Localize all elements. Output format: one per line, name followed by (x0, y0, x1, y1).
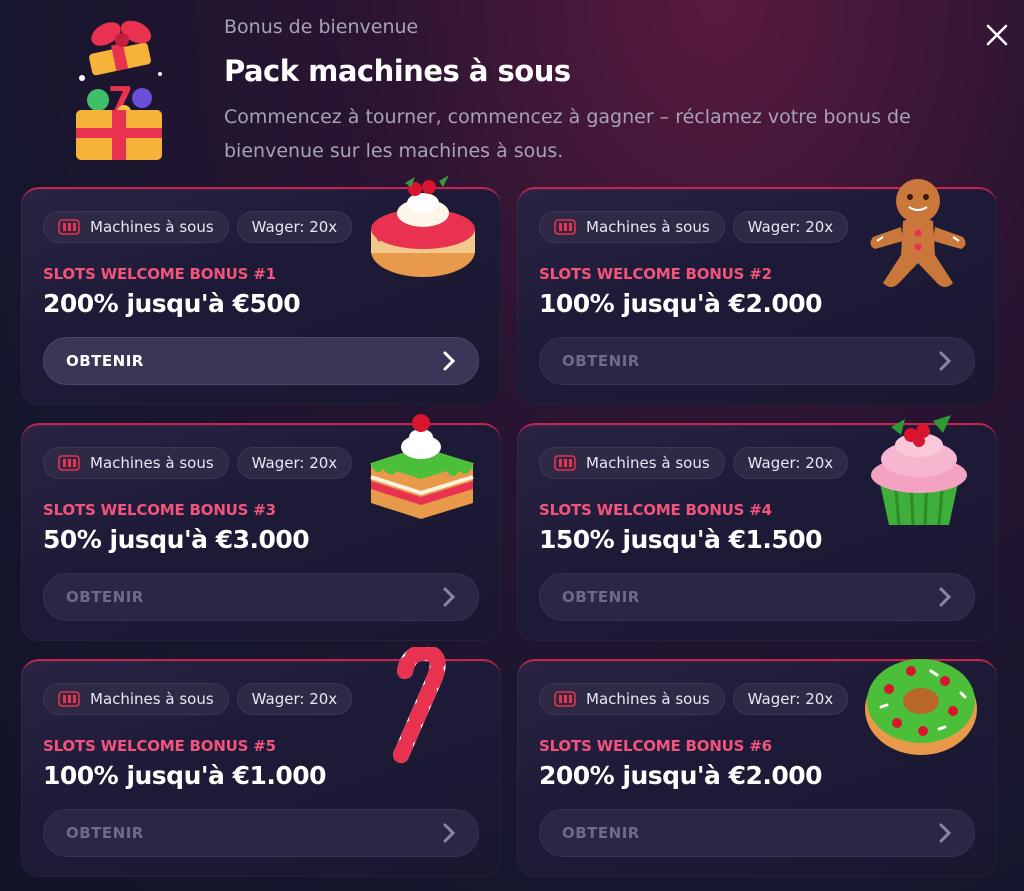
page-title: Pack machines à sous (224, 54, 571, 88)
cake-slice-icon (370, 414, 474, 519)
card-tags: Machines à sous Wager: 20x (43, 211, 353, 243)
bonus-card-2: Machines à sous Wager: 20x SLOTS WELCOME… (517, 179, 997, 405)
slot-machine-icon (58, 219, 80, 235)
bonus-card-4: Machines à sous Wager: 20x SLOTS WELCOME… (517, 415, 997, 641)
welcome-header: 7 Bonus de bienvenue Pack machines à sou… (0, 0, 1024, 180)
tag-wager: Wager: 20x (732, 683, 849, 715)
bonus-card-5: Machines à sous Wager: 20x SLOTS WELCOME… (21, 647, 501, 877)
tag-wager-label: Wager: 20x (747, 690, 834, 708)
tag-category: Machines à sous (43, 447, 229, 479)
card-tags: Machines à sous Wager: 20x (539, 211, 849, 243)
card-tags: Machines à sous Wager: 20x (539, 683, 849, 715)
bonus-label: SLOTS WELCOME BONUS #5 (43, 737, 276, 755)
close-icon[interactable] (980, 18, 1014, 52)
tag-wager: Wager: 20x (236, 211, 353, 243)
tag-category: Machines à sous (539, 447, 725, 479)
obtain-button-label: OBTENIR (66, 824, 144, 842)
bonus-amount: 200% jusqu'à €500 (43, 289, 301, 318)
obtain-button-label: OBTENIR (562, 352, 640, 370)
slot-machine-icon (58, 691, 80, 707)
donut-icon (865, 659, 977, 755)
bonus-label: SLOTS WELCOME BONUS #4 (539, 501, 772, 519)
bonus-card-1: Machines à sous Wager: 20x SLOTS WELCOME… (21, 175, 501, 405)
bonus-card-3: Machines à sous Wager: 20x SLOTS WELCOME… (21, 414, 501, 641)
slot-gift-box-icon: 7 (76, 20, 162, 160)
slot-machine-icon (554, 219, 576, 235)
tag-wager: Wager: 20x (236, 683, 353, 715)
tag-wager-label: Wager: 20x (747, 218, 834, 236)
bonus-label: SLOTS WELCOME BONUS #6 (539, 737, 772, 755)
chevron-right-icon (939, 587, 952, 607)
obtain-button[interactable]: OBTENIR (43, 337, 479, 385)
chevron-right-icon (443, 823, 456, 843)
tag-category-label: Machines à sous (586, 454, 710, 472)
bonus-amount: 100% jusqu'à €2.000 (539, 289, 823, 318)
tag-category-label: Machines à sous (90, 454, 214, 472)
chevron-right-icon (443, 351, 456, 371)
header-description: Commencez à tourner, commencez à gagner … (224, 106, 911, 162)
tag-wager: Wager: 20x (732, 211, 849, 243)
card-tags: Machines à sous Wager: 20x (539, 447, 849, 479)
cake-icon (371, 175, 475, 277)
tag-category-label: Machines à sous (586, 218, 710, 236)
bonus-label: SLOTS WELCOME BONUS #3 (43, 501, 276, 519)
obtain-button[interactable]: OBTENIR (539, 573, 975, 621)
tag-wager: Wager: 20x (236, 447, 353, 479)
obtain-button[interactable]: OBTENIR (43, 809, 479, 857)
tag-wager-label: Wager: 20x (251, 690, 338, 708)
chevron-right-icon (939, 351, 952, 371)
gingerbread-man-icon (870, 179, 966, 287)
slot-machine-icon (58, 455, 80, 471)
chevron-right-icon (939, 823, 952, 843)
tag-category-label: Machines à sous (90, 218, 214, 236)
obtain-button-label: OBTENIR (66, 352, 144, 370)
candy-cane-icon (393, 647, 446, 763)
bonus-label: SLOTS WELCOME BONUS #2 (539, 265, 772, 283)
bonus-amount: 150% jusqu'à €1.500 (539, 525, 823, 554)
slot-machine-icon (554, 455, 576, 471)
tag-category-label: Machines à sous (586, 690, 710, 708)
obtain-button-label: OBTENIR (562, 588, 640, 606)
bonus-amount: 50% jusqu'à €3.000 (43, 525, 310, 554)
bonus-card-6: Machines à sous Wager: 20x SLOTS WELCOME… (517, 659, 997, 877)
tag-wager-label: Wager: 20x (251, 218, 338, 236)
bonus-amount: 200% jusqu'à €2.000 (539, 761, 823, 790)
tag-category-label: Machines à sous (90, 690, 214, 708)
obtain-button[interactable]: OBTENIR (43, 573, 479, 621)
tag-category: Machines à sous (539, 683, 725, 715)
bonus-label: SLOTS WELCOME BONUS #1 (43, 265, 276, 283)
tag-category: Machines à sous (539, 211, 725, 243)
tag-wager-label: Wager: 20x (747, 454, 834, 472)
tag-wager: Wager: 20x (732, 447, 849, 479)
tag-category: Machines à sous (43, 683, 229, 715)
card-tags: Machines à sous Wager: 20x (43, 447, 353, 479)
obtain-button[interactable]: OBTENIR (539, 809, 975, 857)
card-tags: Machines à sous Wager: 20x (43, 683, 353, 715)
obtain-button-label: OBTENIR (562, 824, 640, 842)
obtain-button[interactable]: OBTENIR (539, 337, 975, 385)
obtain-button-label: OBTENIR (66, 588, 144, 606)
tag-wager-label: Wager: 20x (251, 454, 338, 472)
cupcake-icon (871, 415, 967, 526)
tag-category: Machines à sous (43, 211, 229, 243)
header-eyebrow: Bonus de bienvenue (224, 16, 419, 38)
slot-machine-icon (554, 691, 576, 707)
bonus-amount: 100% jusqu'à €1.000 (43, 761, 327, 790)
chevron-right-icon (443, 587, 456, 607)
